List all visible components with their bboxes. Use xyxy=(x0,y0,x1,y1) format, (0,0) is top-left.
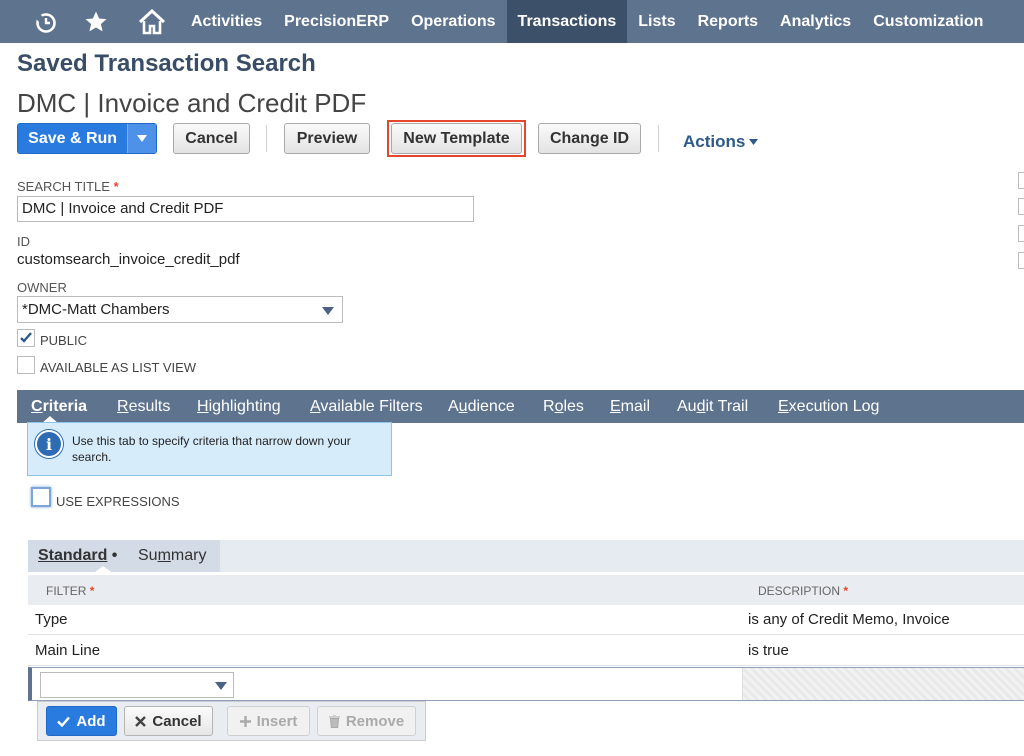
search-title-label: SEARCH TITLE * xyxy=(17,179,119,194)
search-title-input[interactable]: DMC | Invoice and Credit PDF xyxy=(17,196,474,222)
owner-label: OWNER xyxy=(17,280,67,295)
list-view-label: AVAILABLE AS LIST VIEW xyxy=(40,360,197,375)
nav-transactions[interactable]: Transactions xyxy=(506,0,628,43)
caret-down-icon xyxy=(749,139,759,145)
row-button-bar: Add Cancel Insert Remove xyxy=(37,701,426,741)
filter-cell: Main Line xyxy=(35,642,101,659)
subtab-standard[interactable]: Standard • xyxy=(38,547,117,565)
info-text: Use this tab to specify criteria that na… xyxy=(72,434,351,464)
recent-icon[interactable] xyxy=(24,0,68,43)
side-checkbox[interactable] xyxy=(1018,198,1024,215)
description-cell: is any of Credit Memo, Invoice xyxy=(748,611,950,628)
new-criteria-row xyxy=(28,667,1024,701)
tab-email[interactable]: Email xyxy=(610,390,650,423)
preview-button[interactable]: Preview xyxy=(284,123,370,154)
use-expressions-checkbox[interactable] xyxy=(31,487,51,507)
nav-customization[interactable]: Customization xyxy=(862,0,994,43)
public-label: PUBLIC xyxy=(40,333,87,348)
filter-select[interactable] xyxy=(40,672,234,698)
tab-audience[interactable]: Audience xyxy=(448,390,515,423)
tab-roles[interactable]: Roles xyxy=(543,390,584,423)
insert-button[interactable]: Insert xyxy=(227,706,310,736)
actions-label: Actions xyxy=(683,132,746,151)
checkmark-icon xyxy=(20,332,32,343)
add-button[interactable]: Add xyxy=(46,706,117,736)
tab-available-filters[interactable]: Available Filters xyxy=(310,390,423,423)
side-checkbox[interactable] xyxy=(1018,252,1024,269)
nav-operations[interactable]: Operations xyxy=(400,0,506,43)
id-label: ID xyxy=(17,234,30,249)
owner-value: *DMC-Matt Chambers xyxy=(22,301,170,318)
toolbar-divider xyxy=(658,125,659,152)
public-checkbox[interactable] xyxy=(17,329,35,347)
owner-select[interactable]: *DMC-Matt Chambers xyxy=(17,296,343,323)
actions-menu[interactable]: Actions xyxy=(683,132,759,152)
nav-activities[interactable]: Activities xyxy=(180,0,273,43)
tab-highlighting[interactable]: Highlighting xyxy=(197,390,281,423)
page-title: DMC | Invoice and Credit PDF xyxy=(17,88,367,118)
home-icon[interactable] xyxy=(124,0,180,43)
info-icon: i xyxy=(35,430,63,458)
nav-lists[interactable]: Lists xyxy=(627,0,686,43)
close-icon xyxy=(135,715,147,727)
nav-precisionerp[interactable]: PrecisionERP xyxy=(273,0,400,43)
caret-down-icon xyxy=(137,135,148,142)
subtab-summary[interactable]: Summary xyxy=(138,547,206,565)
save-and-run-label: Save & Run xyxy=(28,129,118,147)
plus-icon xyxy=(239,715,251,727)
description-cell-disabled xyxy=(742,668,1024,700)
nav-analytics[interactable]: Analytics xyxy=(769,0,862,43)
save-and-run-button[interactable]: Save & Run xyxy=(17,123,157,154)
required-marker: * xyxy=(113,179,119,194)
description-column-header: DESCRIPTION * xyxy=(758,584,849,598)
table-row[interactable]: Main Line is true xyxy=(28,636,1024,666)
tab-audit-trail[interactable]: Audit Trail xyxy=(677,390,748,423)
checkmark-icon xyxy=(57,716,71,727)
remove-button[interactable]: Remove xyxy=(317,706,416,736)
top-navigation: Activities PrecisionERP Operations Trans… xyxy=(0,0,1024,43)
chevron-down-icon xyxy=(322,307,334,315)
toolbar-divider xyxy=(266,125,267,152)
filter-column-header: FILTER * xyxy=(46,584,95,598)
id-value: customsearch_invoice_credit_pdf xyxy=(17,251,240,268)
nav-reports[interactable]: Reports xyxy=(687,0,769,43)
tab-results[interactable]: Results xyxy=(117,390,170,423)
side-checkbox[interactable] xyxy=(1018,172,1024,189)
save-options-dropdown[interactable] xyxy=(127,124,156,153)
star-icon[interactable] xyxy=(68,0,124,43)
description-cell: is true xyxy=(748,642,789,659)
cancel-button[interactable]: Cancel xyxy=(173,123,250,154)
tab-criteria[interactable]: Criteria xyxy=(31,390,87,424)
cancel-row-button[interactable]: Cancel xyxy=(124,706,213,736)
info-message: i Use this tab to specify criteria that … xyxy=(27,422,392,476)
change-id-button[interactable]: Change ID xyxy=(538,123,641,154)
trash-icon xyxy=(328,714,340,728)
highlight-annotation xyxy=(387,120,526,157)
side-checkbox[interactable] xyxy=(1018,225,1024,242)
filter-cell: Type xyxy=(35,611,68,628)
chevron-down-icon xyxy=(215,682,227,690)
criteria-subtabs: Standard • Summary xyxy=(28,540,1024,572)
table-row[interactable]: Type is any of Credit Memo, Invoice xyxy=(28,605,1024,635)
search-tabs: Criteria Results Highlighting Available … xyxy=(17,390,1024,424)
tab-execution-log[interactable]: Execution Log xyxy=(778,390,879,423)
page-type-heading: Saved Transaction Search xyxy=(17,50,316,77)
use-expressions-label: USE EXPRESSIONS xyxy=(56,494,180,509)
criteria-grid-header: FILTER * DESCRIPTION * xyxy=(28,575,1024,605)
list-view-checkbox[interactable] xyxy=(17,356,35,374)
